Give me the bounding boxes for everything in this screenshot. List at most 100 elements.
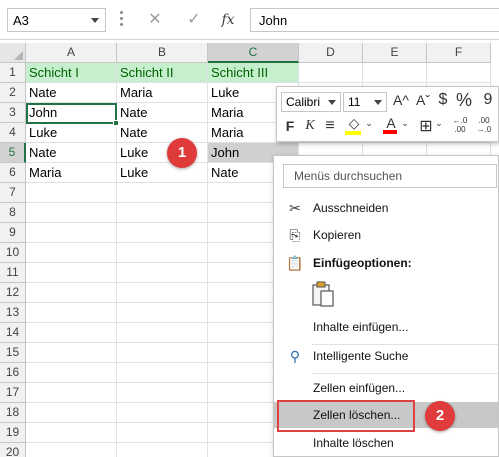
row-header[interactable]: 20 [0,443,26,457]
menu-item-paste-special[interactable]: Inhalte einfügen... [274,314,498,340]
row-header[interactable]: 19 [0,423,26,443]
row-header[interactable]: 7 [0,183,26,203]
empty-cell[interactable] [26,263,117,283]
menu-item-copy[interactable]: ⎘ Kopieren [274,222,498,248]
empty-cell[interactable] [26,423,117,443]
bold-icon[interactable]: F [283,118,297,134]
shrink-font-icon[interactable]: Aˇ [413,92,433,108]
cancel-icon[interactable]: ✕ [141,8,169,32]
row-header[interactable]: 11 [0,263,26,283]
row-header[interactable]: 2 [0,83,26,103]
empty-cell[interactable] [26,183,117,203]
font-size-select[interactable]: 11 [343,92,387,112]
row-header[interactable]: 13 [0,303,26,323]
menu-search-input[interactable]: Menüs durchsuchen [283,164,497,188]
empty-cell[interactable] [117,243,208,263]
drag-handle-icon[interactable] [120,11,124,29]
column-header-a[interactable]: A [26,43,117,63]
empty-cell[interactable] [26,283,117,303]
fill-color-icon[interactable]: ◇ [345,115,363,135]
cell-b2[interactable]: Maria [117,83,208,103]
italic-icon[interactable]: K [303,118,317,134]
row-header[interactable]: 9 [0,223,26,243]
menu-item-insert-cells[interactable]: Zellen einfügen... [274,375,498,401]
empty-cell[interactable] [26,303,117,323]
cell-b4[interactable]: Nate [117,123,208,143]
empty-cell[interactable] [363,63,427,83]
row-header[interactable]: 8 [0,203,26,223]
cell-a3[interactable]: John [26,103,117,123]
empty-cell[interactable] [26,203,117,223]
row-header[interactable]: 14 [0,323,26,343]
empty-cell[interactable] [26,363,117,383]
comma-style-icon[interactable]: 9 [479,91,497,109]
row-header[interactable]: 17 [0,383,26,403]
percent-icon[interactable]: % [455,90,473,111]
insert-function-icon[interactable]: fx [214,8,242,32]
cell-a6[interactable]: Maria [26,163,117,183]
row-header[interactable]: 5 [0,143,26,163]
font-name-select[interactable]: Calibri [281,92,341,112]
empty-cell[interactable] [26,223,117,243]
empty-cell[interactable] [117,183,208,203]
chevron-down-icon[interactable]: ⌄ [401,118,409,129]
empty-cell[interactable] [26,443,117,457]
borders-icon[interactable]: ⊞ [417,116,435,136]
name-box[interactable]: A3 [7,8,106,32]
grow-font-icon[interactable]: A^ [391,92,411,108]
align-center-icon[interactable]: ≡ [323,117,337,135]
empty-cell[interactable] [427,63,491,83]
select-all-button[interactable] [0,43,26,63]
row-header[interactable]: 12 [0,283,26,303]
column-header-b[interactable]: B [117,43,208,63]
cell-a2[interactable]: Nate [26,83,117,103]
empty-cell[interactable] [26,323,117,343]
empty-cell[interactable] [117,443,208,457]
column-header-e[interactable]: E [363,43,427,63]
chevron-down-icon[interactable]: ⌄ [365,118,373,129]
empty-cell[interactable] [117,423,208,443]
enter-icon[interactable]: ✓ [180,8,208,32]
row-header[interactable]: 3 [0,103,26,123]
empty-cell[interactable] [117,303,208,323]
menu-item-cut[interactable]: ✂ Ausschneiden [274,195,498,221]
cell-b6[interactable]: Luke [117,163,208,183]
chevron-down-icon[interactable] [91,18,99,23]
row-header[interactable]: 6 [0,163,26,183]
cell-c1[interactable]: Schicht III [208,63,299,83]
cell-b3[interactable]: Nate [117,103,208,123]
empty-cell[interactable] [26,383,117,403]
empty-cell[interactable] [117,203,208,223]
menu-item-clear-contents[interactable]: Inhalte löschen [274,430,498,456]
row-header[interactable]: 10 [0,243,26,263]
empty-cell[interactable] [117,283,208,303]
menu-item-smart-lookup[interactable]: ⚲ Intelligente Suche [274,343,498,369]
empty-cell[interactable] [26,403,117,423]
empty-cell[interactable] [26,243,117,263]
empty-cell[interactable] [26,343,117,363]
empty-cell[interactable] [117,383,208,403]
increase-decimal-icon[interactable]: ←.0 .00 [449,116,471,134]
currency-icon[interactable]: $ [435,91,451,109]
row-header[interactable]: 4 [0,123,26,143]
cell-a1[interactable]: Schicht I [26,63,117,83]
row-header[interactable]: 15 [0,343,26,363]
font-color-icon[interactable]: A [383,115,399,134]
cell-a5[interactable]: Nate [26,143,117,163]
row-header[interactable]: 16 [0,363,26,383]
empty-cell[interactable] [299,63,363,83]
column-header-c[interactable]: C [208,43,299,63]
column-header-f[interactable]: F [427,43,491,63]
cell-b1[interactable]: Schicht II [117,63,208,83]
empty-cell[interactable] [117,323,208,343]
decrease-decimal-icon[interactable]: .00 →.0 [473,116,495,134]
row-header[interactable]: 18 [0,403,26,423]
empty-cell[interactable] [117,223,208,243]
paste-icon[interactable] [310,280,336,308]
row-header[interactable]: 1 [0,63,26,83]
column-header-d[interactable]: D [299,43,363,63]
empty-cell[interactable] [117,343,208,363]
empty-cell[interactable] [117,363,208,383]
formula-input[interactable]: John [250,8,499,32]
chevron-down-icon[interactable]: ⌄ [435,118,443,129]
